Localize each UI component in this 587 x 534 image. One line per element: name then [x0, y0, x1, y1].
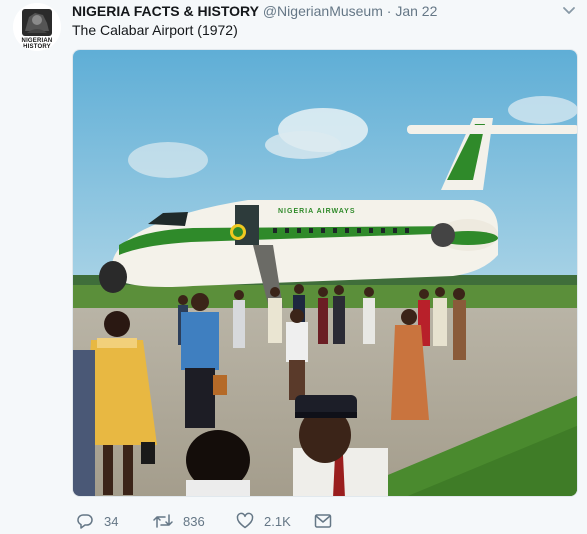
retweet-count: 836 — [183, 513, 205, 529]
chevron-down-icon — [563, 7, 575, 14]
tweet-date[interactable]: Jan 22 — [395, 3, 437, 19]
user-handle[interactable]: @NigerianMuseum — [263, 3, 383, 19]
avatar-caption: NIGERIAN HISTORY — [21, 38, 53, 50]
envelope-icon — [314, 514, 332, 528]
like-button[interactable]: 2.1K — [236, 511, 291, 531]
tweet-card[interactable]: NIGERIAN HISTORY NIGERIA FACTS & HISTORY… — [0, 0, 587, 534]
retweet-button[interactable]: 836 — [153, 511, 205, 531]
direct-message-button[interactable] — [314, 511, 342, 531]
aircraft-livery-text: NIGERIA AIRWAYS — [278, 208, 356, 215]
reply-icon — [77, 514, 93, 529]
heart-icon — [236, 512, 254, 529]
display-name[interactable]: NIGERIA FACTS & HISTORY — [72, 3, 259, 19]
reply-button[interactable]: 34 — [76, 511, 118, 531]
avatar[interactable]: NIGERIAN HISTORY — [13, 3, 61, 51]
like-count: 2.1K — [264, 513, 291, 529]
airport-photo: NIGERIA AIRWAYS — [73, 50, 577, 496]
reply-count: 34 — [104, 513, 119, 529]
more-options-button[interactable] — [561, 4, 577, 18]
tweet-header: NIGERIA FACTS & HISTORY @NigerianMuseum … — [72, 2, 437, 20]
tweet-photo[interactable]: NIGERIA AIRWAYS — [72, 49, 578, 497]
tweet-text: The Calabar Airport (1972) — [72, 22, 238, 38]
tweet-actions: 34 836 2.1K — [72, 511, 372, 531]
retweet-icon — [153, 514, 173, 528]
separator-dot: · — [386, 3, 392, 19]
